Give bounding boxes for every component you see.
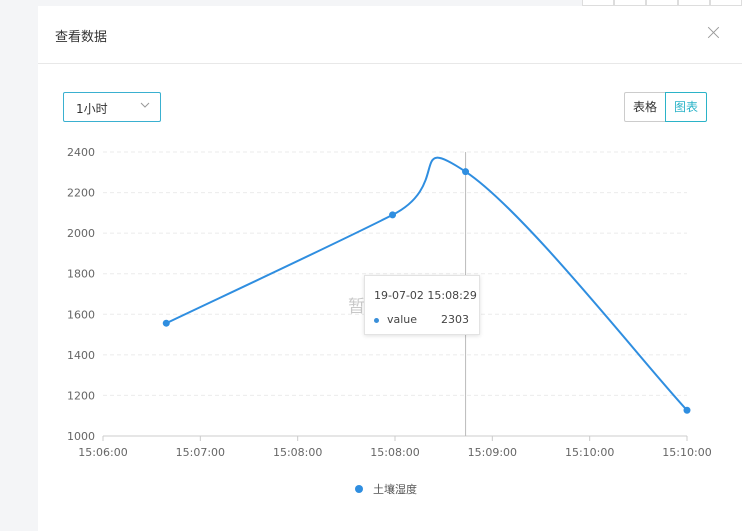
x-tick-label: 15:10:00 xyxy=(662,446,711,459)
data-point xyxy=(389,211,397,219)
chart-tooltip: 19-07-02 15:08:29 value 2303 xyxy=(364,275,480,335)
tooltip-series-label: value xyxy=(387,313,418,326)
x-tick-label: 15:10:00 xyxy=(565,446,614,459)
y-tick-label: 2000 xyxy=(67,227,95,240)
tooltip-time: 19-07-02 15:08:29 xyxy=(374,289,477,302)
x-tick-label: 15:08:00 xyxy=(370,446,419,459)
legend-label: 土壤湿度 xyxy=(373,483,417,496)
data-point xyxy=(683,406,691,414)
chart-legend[interactable]: 土壤湿度 xyxy=(355,481,417,497)
y-tick-label: 1400 xyxy=(67,349,95,362)
x-tick-label: 15:07:00 xyxy=(176,446,225,459)
y-tick-label: 2200 xyxy=(67,187,95,200)
empty-state-hint: 暂 xyxy=(348,297,365,317)
legend-marker xyxy=(355,485,363,493)
tooltip-series-dot xyxy=(374,318,379,323)
y-tick-label: 1200 xyxy=(67,389,95,402)
y-tick-label: 1600 xyxy=(67,308,95,321)
x-tick-label: 15:09:00 xyxy=(468,446,517,459)
tooltip-value: 2303 xyxy=(441,313,469,326)
x-tick-label: 15:08:00 xyxy=(273,446,322,459)
x-tick-label: 15:06:00 xyxy=(78,446,127,459)
y-tick-label: 2400 xyxy=(67,146,95,159)
data-point xyxy=(462,168,470,176)
y-tick-label: 1000 xyxy=(67,430,95,443)
data-point xyxy=(162,319,170,327)
page-background xyxy=(0,0,38,531)
line-chart: 1000 1200 1400 1600 1800 2000 2200 2400 15:06:00… xyxy=(67,146,712,459)
y-tick-label: 1800 xyxy=(67,268,95,281)
